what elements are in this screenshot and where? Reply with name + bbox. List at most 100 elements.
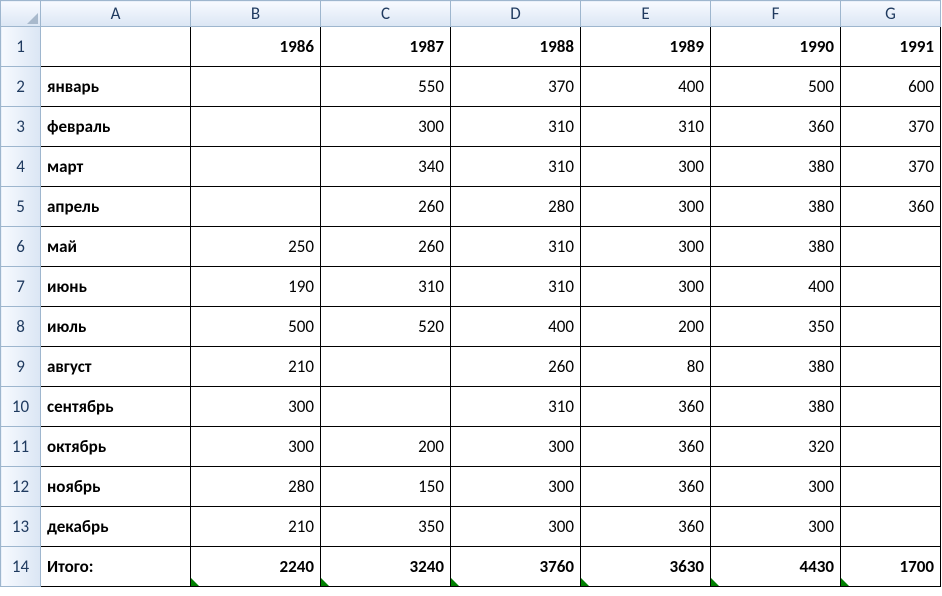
cell-E4[interactable]: 300	[581, 147, 711, 187]
cell-B2[interactable]	[191, 67, 321, 107]
cell-F11[interactable]: 320	[711, 427, 841, 467]
cell-D5[interactable]: 280	[451, 187, 581, 227]
cell-A6[interactable]: май	[41, 227, 191, 267]
cell-C5[interactable]: 260	[321, 187, 451, 227]
select-all-corner[interactable]	[1, 1, 41, 27]
row-header-12[interactable]: 12	[1, 467, 41, 507]
cell-A11[interactable]: октябрь	[41, 427, 191, 467]
cell-G10[interactable]	[841, 387, 941, 427]
cell-C14[interactable]: 3240	[321, 547, 451, 587]
cell-E14[interactable]: 3630	[581, 547, 711, 587]
cell-B8[interactable]: 500	[191, 307, 321, 347]
cell-B1[interactable]: 1986	[191, 27, 321, 67]
cell-C4[interactable]: 340	[321, 147, 451, 187]
cell-G8[interactable]	[841, 307, 941, 347]
cell-E12[interactable]: 360	[581, 467, 711, 507]
cell-B7[interactable]: 190	[191, 267, 321, 307]
cell-G4[interactable]: 370	[841, 147, 941, 187]
cell-F14[interactable]: 4430	[711, 547, 841, 587]
cell-F12[interactable]: 300	[711, 467, 841, 507]
cell-E11[interactable]: 360	[581, 427, 711, 467]
row-header-7[interactable]: 7	[1, 267, 41, 307]
cell-G14[interactable]: 1700	[841, 547, 941, 587]
cell-D12[interactable]: 300	[451, 467, 581, 507]
cell-A1[interactable]	[41, 27, 191, 67]
cell-D13[interactable]: 300	[451, 507, 581, 547]
grid[interactable]: A B C D E F G 1 1986 1987 1988 1989 1990…	[0, 0, 941, 587]
row-header-9[interactable]: 9	[1, 347, 41, 387]
cell-F13[interactable]: 300	[711, 507, 841, 547]
cell-A14[interactable]: Итого:	[41, 547, 191, 587]
row-header-6[interactable]: 6	[1, 227, 41, 267]
cell-A5[interactable]: апрель	[41, 187, 191, 227]
cell-E5[interactable]: 300	[581, 187, 711, 227]
cell-B13[interactable]: 210	[191, 507, 321, 547]
cell-G3[interactable]: 370	[841, 107, 941, 147]
cell-F6[interactable]: 380	[711, 227, 841, 267]
cell-B14[interactable]: 2240	[191, 547, 321, 587]
cell-A4[interactable]: март	[41, 147, 191, 187]
cell-B12[interactable]: 280	[191, 467, 321, 507]
cell-C10[interactable]	[321, 387, 451, 427]
cell-F3[interactable]: 360	[711, 107, 841, 147]
cell-D7[interactable]: 310	[451, 267, 581, 307]
cell-A7[interactable]: июнь	[41, 267, 191, 307]
cell-D11[interactable]: 300	[451, 427, 581, 467]
cell-E8[interactable]: 200	[581, 307, 711, 347]
cell-D8[interactable]: 400	[451, 307, 581, 347]
cell-F5[interactable]: 380	[711, 187, 841, 227]
row-header-14[interactable]: 14	[1, 547, 41, 587]
cell-A10[interactable]: сентябрь	[41, 387, 191, 427]
cell-C13[interactable]: 350	[321, 507, 451, 547]
cell-G7[interactable]	[841, 267, 941, 307]
cell-A8[interactable]: июль	[41, 307, 191, 347]
cell-C6[interactable]: 260	[321, 227, 451, 267]
cell-G2[interactable]: 600	[841, 67, 941, 107]
cell-G1[interactable]: 1991	[841, 27, 941, 67]
row-header-2[interactable]: 2	[1, 67, 41, 107]
cell-B4[interactable]	[191, 147, 321, 187]
cell-B9[interactable]: 210	[191, 347, 321, 387]
cell-B6[interactable]: 250	[191, 227, 321, 267]
cell-F7[interactable]: 400	[711, 267, 841, 307]
col-header-G[interactable]: G	[841, 1, 941, 27]
cell-D10[interactable]: 310	[451, 387, 581, 427]
cell-F8[interactable]: 350	[711, 307, 841, 347]
cell-C8[interactable]: 520	[321, 307, 451, 347]
cell-F4[interactable]: 380	[711, 147, 841, 187]
cell-C2[interactable]: 550	[321, 67, 451, 107]
cell-B3[interactable]	[191, 107, 321, 147]
cell-E2[interactable]: 400	[581, 67, 711, 107]
col-header-C[interactable]: C	[321, 1, 451, 27]
cell-A2[interactable]: январь	[41, 67, 191, 107]
cell-D9[interactable]: 260	[451, 347, 581, 387]
cell-E3[interactable]: 310	[581, 107, 711, 147]
cell-C7[interactable]: 310	[321, 267, 451, 307]
cell-B11[interactable]: 300	[191, 427, 321, 467]
cell-E7[interactable]: 300	[581, 267, 711, 307]
cell-E9[interactable]: 80	[581, 347, 711, 387]
cell-E13[interactable]: 360	[581, 507, 711, 547]
cell-E6[interactable]: 300	[581, 227, 711, 267]
col-header-F[interactable]: F	[711, 1, 841, 27]
cell-C12[interactable]: 150	[321, 467, 451, 507]
cell-D1[interactable]: 1988	[451, 27, 581, 67]
cell-B10[interactable]: 300	[191, 387, 321, 427]
cell-F1[interactable]: 1990	[711, 27, 841, 67]
col-header-E[interactable]: E	[581, 1, 711, 27]
row-header-10[interactable]: 10	[1, 387, 41, 427]
row-header-3[interactable]: 3	[1, 107, 41, 147]
col-header-D[interactable]: D	[451, 1, 581, 27]
row-header-11[interactable]: 11	[1, 427, 41, 467]
cell-B5[interactable]	[191, 187, 321, 227]
cell-A12[interactable]: ноябрь	[41, 467, 191, 507]
cell-D3[interactable]: 310	[451, 107, 581, 147]
row-header-4[interactable]: 4	[1, 147, 41, 187]
cell-A3[interactable]: февраль	[41, 107, 191, 147]
col-header-A[interactable]: A	[41, 1, 191, 27]
row-header-13[interactable]: 13	[1, 507, 41, 547]
cell-C1[interactable]: 1987	[321, 27, 451, 67]
row-header-5[interactable]: 5	[1, 187, 41, 227]
col-header-B[interactable]: B	[191, 1, 321, 27]
cell-F2[interactable]: 500	[711, 67, 841, 107]
